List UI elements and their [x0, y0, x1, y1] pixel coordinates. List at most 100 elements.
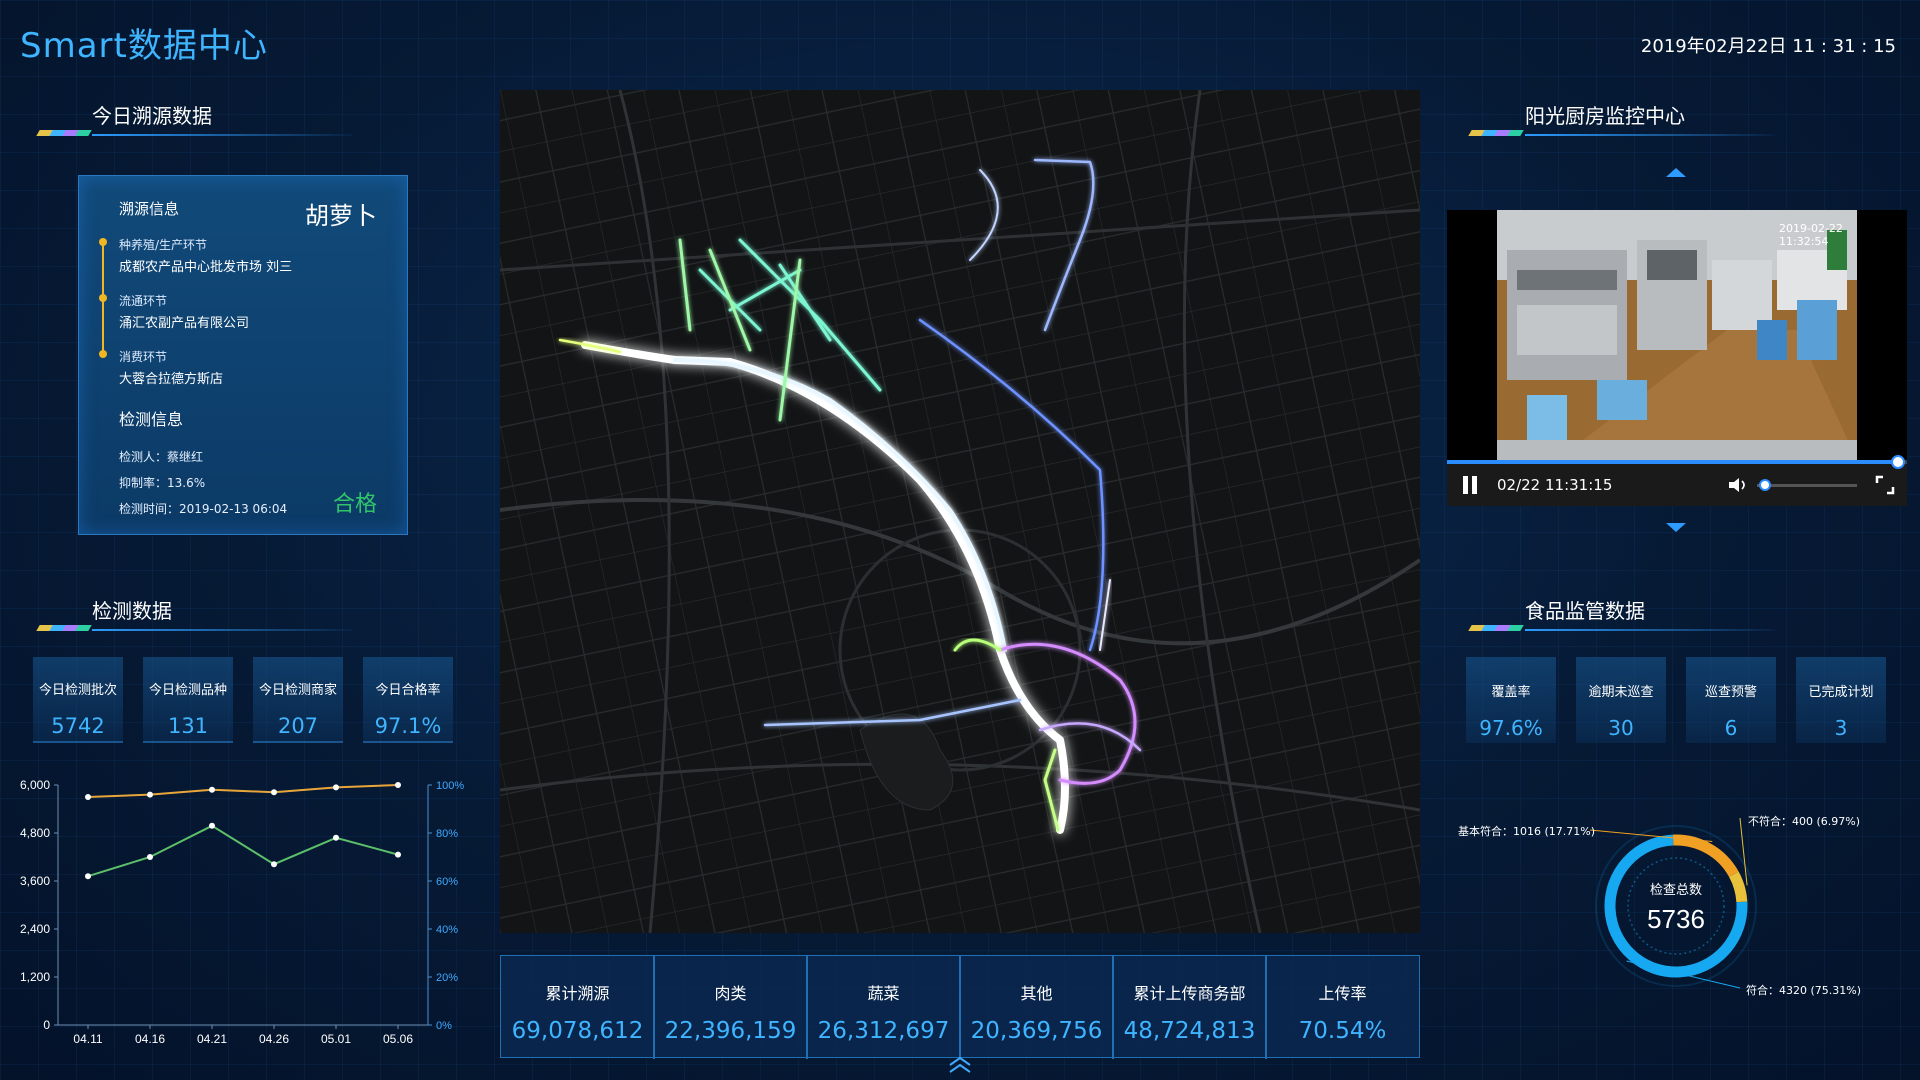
total-label: 蔬菜 [867, 984, 900, 1003]
timeline-dot [99, 238, 107, 246]
progress-fill [1447, 460, 1898, 464]
stat-label: 今日检测品种 [148, 683, 227, 698]
product-name: 胡萝卜 [305, 202, 377, 230]
total-label: 肉类 [714, 984, 747, 1003]
x-tick-label: 04.26 [259, 1032, 289, 1046]
y-tick-label-left: 1,200 [20, 970, 50, 984]
chevron-down-icon[interactable] [1664, 522, 1688, 534]
kitchen-camera-frame: 2019-02-22 11:32:54 [1497, 210, 1857, 460]
timeline-step-value: 成都农产品中心批发市场 刘三 [119, 260, 293, 275]
total-item: 累计上传商务部 48,724,813 [1113, 956, 1266, 1059]
stat-value: 207 [277, 714, 319, 738]
food-stat-card: 覆盖率 97.6% [1466, 657, 1556, 743]
timeline-step-label: 消费环节 [119, 350, 168, 364]
total-label: 其他 [1020, 984, 1053, 1003]
food-stat-label: 已完成计划 [1808, 685, 1874, 700]
total-item: 肉类 22,396,159 [654, 956, 807, 1059]
section-underline [92, 134, 352, 136]
section-underline [1525, 134, 1775, 136]
data-point [333, 784, 339, 791]
map-canvas [500, 90, 1420, 933]
video-controls: 02/22 11:31:15 [1447, 455, 1907, 506]
total-value: 69,078,612 [511, 1018, 644, 1044]
data-point [147, 854, 153, 860]
trace-card-title: 溯源信息 [119, 200, 180, 218]
x-tick-label: 05.06 [383, 1032, 413, 1046]
y-tick-label-right: 60% [436, 876, 458, 888]
total-value: 26,312,697 [817, 1018, 950, 1044]
app-title: Smart数据中心 [20, 26, 268, 66]
progress-handle[interactable] [1890, 455, 1905, 469]
x-tick-label: 05.01 [321, 1032, 351, 1046]
inspector: 检测人：蔡继红 [119, 450, 204, 464]
donut-total: 5736 [1647, 904, 1705, 934]
section-stripes [36, 130, 92, 136]
chevron-up-icon[interactable] [1664, 166, 1688, 178]
detection-section-title: 检测数据 [92, 599, 172, 623]
donut-slice-basic [1672, 834, 1739, 878]
pause-icon[interactable] [1461, 476, 1479, 494]
donut-slice-fail [1728, 871, 1748, 903]
y-tick-label-right: 20% [436, 972, 458, 984]
y-tick-label-left: 3,600 [20, 874, 50, 888]
data-point [333, 834, 339, 841]
food-stat-value: 6 [1724, 716, 1738, 740]
total-item: 蔬菜 26,312,697 [807, 956, 960, 1059]
y-tick-label-right: 40% [436, 924, 458, 936]
volume-slider[interactable] [1757, 484, 1857, 487]
timeline-step-value: 涌汇农副产品有限公司 [119, 316, 250, 331]
total-item: 上传率 70.54% [1266, 956, 1419, 1059]
donut-center-label: 检查总数 [1650, 882, 1702, 897]
total-label: 累计溯源 [545, 984, 610, 1003]
y-tick-label-left: 2,400 [20, 922, 50, 936]
inspection-title: 检测信息 [119, 410, 184, 429]
data-point [395, 851, 401, 858]
stat-value: 131 [167, 714, 209, 738]
section-underline [92, 629, 352, 631]
data-point [147, 791, 153, 798]
donut-callout-basic: 基本符合：1016 (17.71%) [1458, 825, 1596, 838]
series-line [87, 824, 399, 878]
kitchen-video-player[interactable]: 2019-02-22 11:32:54 02/22 11:31:15 [1447, 210, 1907, 506]
stat-value: 97.1% [374, 714, 442, 738]
data-point [395, 782, 401, 788]
fullscreen-icon[interactable] [1875, 475, 1895, 495]
x-tick-label: 04.11 [73, 1032, 102, 1046]
food-stat-card: 巡查预警 6 [1686, 657, 1776, 743]
y-tick-label-right: 80% [436, 828, 458, 840]
donut-callout-pass: 符合：4320 (75.31%) [1746, 984, 1862, 997]
total-item: 累计溯源 69,078,612 [501, 956, 654, 1059]
chevron-up-icon[interactable] [946, 1055, 974, 1075]
food-stat-value: 30 [1608, 716, 1634, 740]
volume-handle[interactable] [1759, 479, 1771, 491]
y-tick-label-left: 0 [43, 1018, 50, 1032]
progress-bar[interactable] [1447, 455, 1907, 469]
volume-icon[interactable] [1727, 476, 1749, 494]
total-label: 上传率 [1318, 984, 1367, 1003]
totals-bar: 累计溯源 69,078,612 肉类 22,396,159 蔬菜 26,312,… [500, 955, 1420, 1059]
food-stat-label: 逾期未巡查 [1588, 685, 1654, 700]
trace-section-title: 今日溯源数据 [92, 104, 212, 128]
inspection-time: 检测时间：2019-02-13 06:04 [119, 502, 288, 516]
kitchen-section-title: 阳光厨房监控中心 [1525, 104, 1685, 128]
total-item: 其他 20,369,756 [960, 956, 1113, 1059]
total-value: 22,396,159 [664, 1018, 797, 1044]
stat-card: 今日检测品种 131 [143, 657, 233, 743]
timeline-step-value: 大蓉合拉德方斯店 [119, 372, 224, 387]
x-tick-label: 04.21 [197, 1032, 227, 1046]
total-label: 累计上传商务部 [1133, 984, 1246, 1003]
y-tick-label-right: 0% [436, 1020, 452, 1032]
section-stripes [36, 625, 92, 631]
result-badge: 合格 [332, 492, 377, 517]
total-value: 70.54% [1298, 1018, 1387, 1044]
data-point [85, 794, 91, 800]
stat-label: 今日检测商家 [258, 683, 337, 698]
detection-line-chart: 0 1,200 2,400 3,600 4,800 6,000 0% 20% 40% 60% 80%… [20, 778, 464, 1046]
data-point [271, 789, 277, 796]
player-time: 02/22 11:31:15 [1497, 476, 1613, 494]
route-map[interactable] [500, 90, 1420, 933]
series-line [87, 784, 399, 798]
food-section-title: 食品监管数据 [1525, 599, 1645, 623]
food-stat-card: 已完成计划 3 [1796, 657, 1886, 743]
section-underline [1525, 629, 1775, 631]
